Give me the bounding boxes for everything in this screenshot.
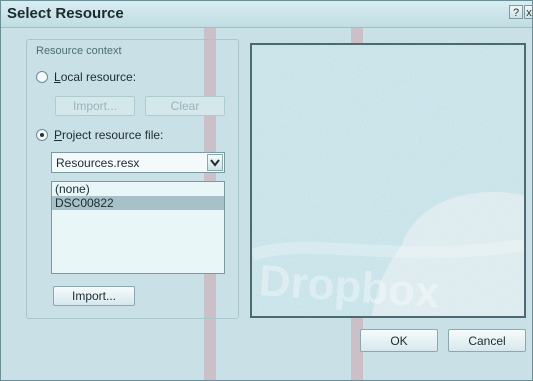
local-resource-label-text: ocal resource: <box>60 70 137 84</box>
help-icon[interactable]: ? <box>509 5 523 19</box>
project-resource-label[interactable]: Project resource file: <box>54 128 163 142</box>
resource-file-select[interactable]: Resources.resx <box>51 152 225 173</box>
local-import-button[interactable]: Import... <box>55 96 135 116</box>
preview-texture: Dropbox <box>252 45 524 316</box>
ok-button[interactable]: OK <box>360 329 438 352</box>
resource-context-label: Resource context <box>36 45 122 57</box>
local-resource-radio[interactable] <box>36 71 48 83</box>
project-resource-label-text: roject resource file: <box>62 128 164 142</box>
import-button[interactable]: Import... <box>53 286 135 306</box>
project-resource-mnemonic: P <box>54 128 63 142</box>
chevron-down-icon[interactable] <box>207 154 223 171</box>
dialog-title: Select Resource <box>7 5 124 22</box>
local-resource-label[interactable]: Local resource: <box>54 70 136 84</box>
title-bar: Select Resource ? x <box>1 1 532 28</box>
list-item[interactable]: (none) <box>52 182 224 196</box>
resource-file-value: Resources.resx <box>56 156 140 170</box>
local-clear-button[interactable]: Clear <box>145 96 225 116</box>
local-resource-mnemonic: L <box>54 70 61 84</box>
list-item[interactable]: DSC00822 <box>52 196 224 210</box>
select-resource-dialog: Select Resource ? x Resource context Loc… <box>0 0 533 381</box>
close-icon[interactable]: x <box>524 5 532 19</box>
cancel-button[interactable]: Cancel <box>448 329 526 352</box>
resource-list[interactable]: (none) DSC00822 <box>51 181 225 274</box>
project-resource-radio[interactable] <box>36 129 48 141</box>
image-preview: Dropbox <box>250 43 526 318</box>
